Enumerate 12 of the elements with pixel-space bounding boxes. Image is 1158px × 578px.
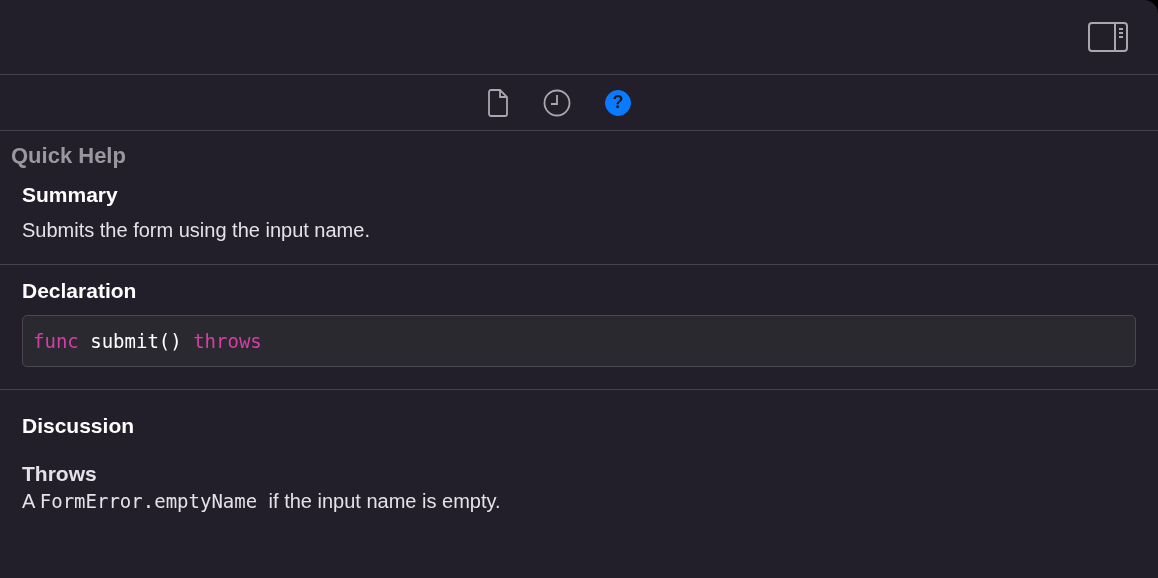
sidebar-toggle-icon[interactable] <box>1088 22 1128 52</box>
throws-text: A FormError.emptyName if the input name is empty. <box>22 490 502 513</box>
subsection-heading: Throws <box>22 462 98 486</box>
help-tab[interactable]: ? <box>605 89 631 116</box>
code-block: func submit() throws <box>22 315 1136 367</box>
panel-title: Quick Help <box>10 142 127 169</box>
section-heading: Declaration <box>22 279 138 303</box>
section-heading: Discussion <box>22 414 136 438</box>
clock-icon[interactable] <box>543 88 571 117</box>
section-heading: Summary <box>22 183 119 207</box>
document-icon[interactable] <box>487 88 509 117</box>
summary-text: Submits the form using the input name. <box>22 219 371 242</box>
